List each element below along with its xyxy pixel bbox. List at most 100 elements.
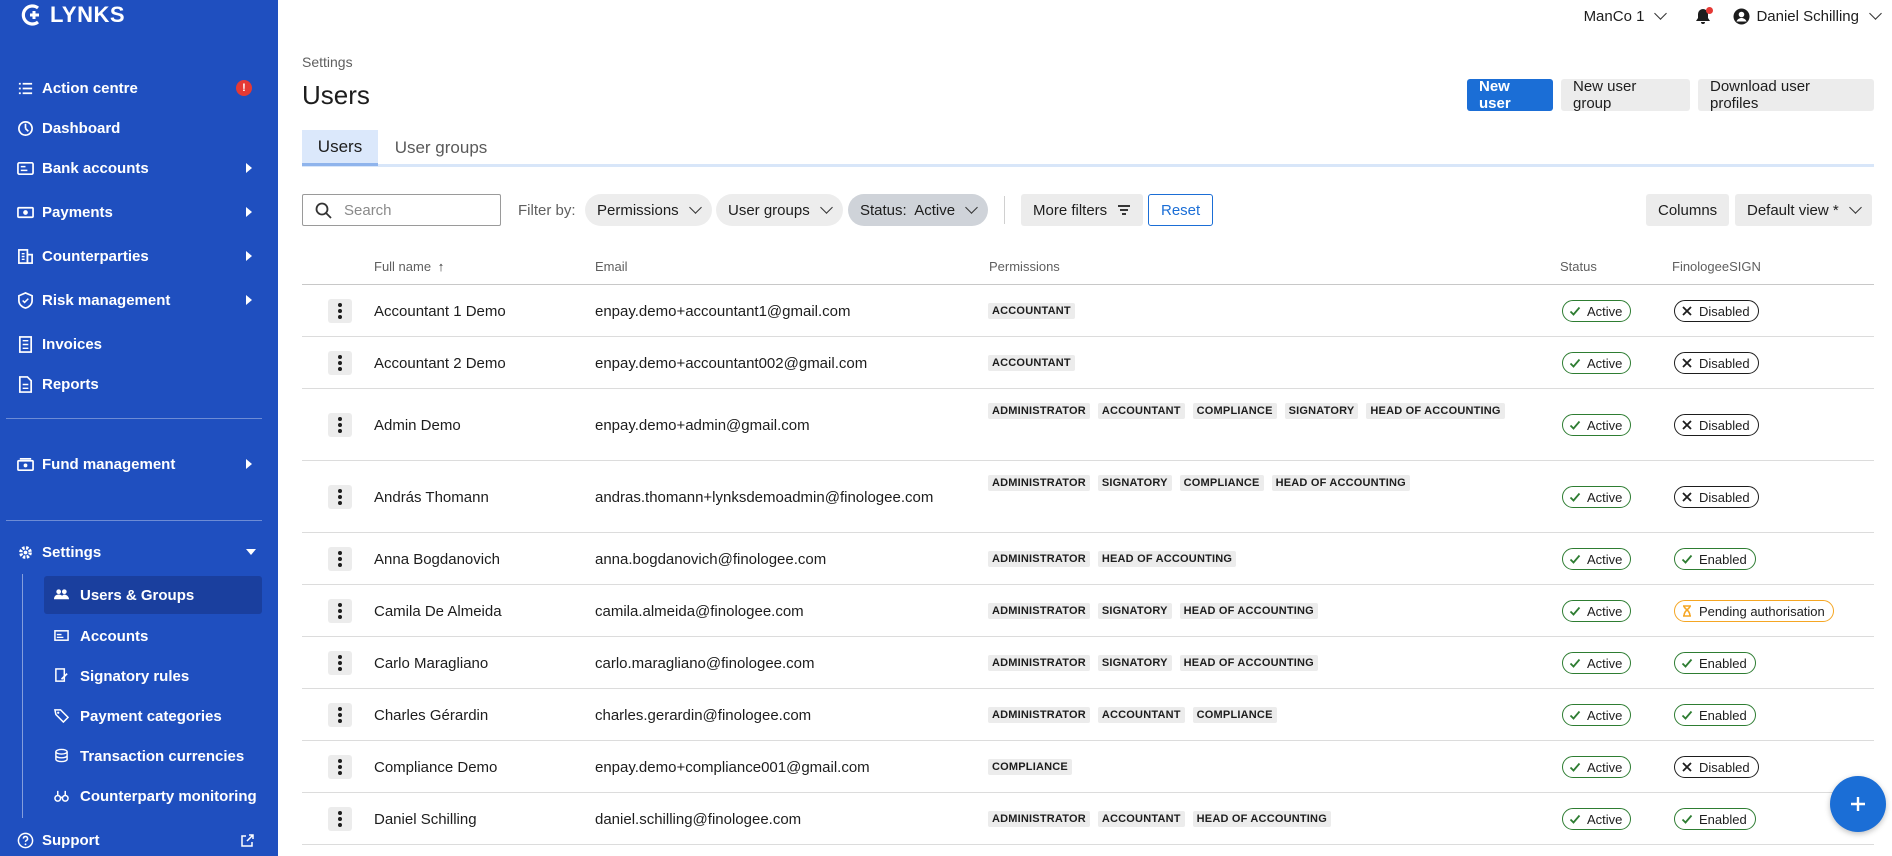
- sidebar-subitem-counterparty-monitoring[interactable]: Counterparty monitoring: [44, 777, 262, 815]
- sidebar-item-settings[interactable]: Settings: [0, 535, 278, 569]
- chevron-down-icon: [819, 201, 833, 214]
- sidebar-subitem-transaction-currencies[interactable]: Transaction currencies: [44, 737, 262, 775]
- more-filters-label: More filters: [1033, 201, 1108, 219]
- sidebar-item-label: Dashboard: [42, 119, 121, 137]
- table-row[interactable]: Camila De Almeida camila.almeida@finologe…: [302, 585, 1874, 637]
- column-header-finologee-sign[interactable]: FinologeeSIGN: [1672, 259, 1761, 274]
- notification-dot: [1706, 6, 1714, 14]
- sidebar-subitem-label: Accounts: [80, 627, 149, 645]
- search-box[interactable]: [302, 194, 501, 226]
- table-row[interactable]: Compliance Demo enpay.demo+compliance001@…: [302, 741, 1874, 793]
- view-selector[interactable]: Default view *: [1735, 194, 1872, 226]
- row-actions-button[interactable]: [328, 703, 352, 727]
- user-full-name: András Thomann: [374, 489, 489, 506]
- sidebar-item-dashboard[interactable]: Dashboard: [0, 111, 278, 145]
- user-full-name: Anna Bogdanovich: [374, 551, 500, 568]
- new-user-button[interactable]: New user: [1467, 78, 1553, 112]
- search-input[interactable]: [344, 201, 484, 219]
- columns-button[interactable]: Columns: [1646, 194, 1730, 226]
- logo[interactable]: LYNKS: [18, 2, 125, 28]
- sidebar-item-action-centre[interactable]: Action centre !: [0, 71, 278, 105]
- add-fab-button[interactable]: [1830, 776, 1886, 832]
- submenu-line: [22, 574, 23, 818]
- status-filter[interactable]: Status: Active: [848, 194, 989, 226]
- permission-tag: COMPLIANCE: [1192, 403, 1277, 419]
- permissions-filter[interactable]: Permissions: [585, 194, 712, 226]
- row-actions-button[interactable]: [328, 485, 352, 509]
- sidebar-item-payments[interactable]: Payments: [0, 195, 278, 229]
- sidebar-item-invoices[interactable]: Invoices: [0, 327, 278, 361]
- sidebar-item-risk-management[interactable]: Risk management: [0, 283, 278, 317]
- sidebar-subitem-users-groups[interactable]: Users & Groups: [44, 576, 262, 614]
- column-header-status[interactable]: Status: [1560, 259, 1597, 274]
- finologee-sign-badge: Disabled: [1674, 300, 1759, 322]
- permission-tag: SIGNATORY: [1097, 603, 1172, 619]
- download-user-profiles-button[interactable]: Download user profiles: [1698, 78, 1874, 112]
- sidebar-subitem-accounts[interactable]: Accounts: [44, 617, 262, 655]
- sidebar-item-support[interactable]: Support: [0, 823, 278, 856]
- table-row[interactable]: András Thomann andras.thomann+lynksdemoad…: [302, 461, 1874, 533]
- breadcrumb[interactable]: Settings: [302, 54, 353, 70]
- finologee-sign-badge: Enabled: [1674, 704, 1756, 726]
- sidebar-item-reports[interactable]: Reports: [0, 367, 278, 401]
- column-header-permissions[interactable]: Permissions: [989, 259, 1060, 274]
- table-row[interactable]: Daniel Schilling daniel.schilling@finolog…: [302, 793, 1874, 845]
- table-row[interactable]: Accountant 1 Demo enpay.demo+accountant1@…: [302, 285, 1874, 337]
- table-row[interactable]: Charles Gérardin charles.gerardin@finolog…: [302, 689, 1874, 741]
- permissions-list: ACCOUNTANT: [988, 303, 1075, 319]
- sidebar-item-fund-management[interactable]: Fund management: [0, 447, 278, 481]
- chevron-down-icon: [965, 201, 978, 214]
- row-actions-button[interactable]: [328, 299, 352, 323]
- row-actions-button[interactable]: [328, 755, 352, 779]
- row-actions-button[interactable]: [328, 599, 352, 623]
- sort-ascending-icon: ↑: [437, 259, 445, 274]
- close-icon: [1682, 306, 1692, 316]
- permission-tag: ADMINISTRATOR: [988, 475, 1090, 491]
- reset-button[interactable]: Reset: [1148, 194, 1214, 226]
- status-badge-label: Active: [1587, 489, 1623, 505]
- table-row[interactable]: Anna Bogdanovich anna.bogdanovich@finolog…: [302, 533, 1874, 585]
- permission-tag: SIGNATORY: [1097, 475, 1172, 491]
- permissions-list: ADMINISTRATOR SIGNATORY HEAD OF ACCOUNTING: [988, 655, 1318, 671]
- row-actions-button[interactable]: [328, 651, 352, 675]
- external-link-icon: [241, 833, 254, 847]
- user-menu[interactable]: Daniel Schilling: [1733, 7, 1882, 25]
- tab-users[interactable]: Users: [302, 130, 378, 166]
- sidebar-subitem-signatory-rules[interactable]: Signatory rules: [44, 657, 262, 695]
- permission-tag: ADMINISTRATOR: [988, 655, 1090, 671]
- user-email: charles.gerardin@finologee.com: [595, 707, 812, 724]
- kebab-dot: [338, 823, 342, 827]
- notifications-button[interactable]: [1695, 6, 1714, 25]
- kebab-dot: [338, 707, 342, 711]
- more-filters-button[interactable]: More filters: [1021, 194, 1144, 226]
- row-actions-button[interactable]: [328, 351, 352, 375]
- user-full-name: Camila De Almeida: [374, 603, 502, 620]
- finologee-sign-label: Disabled: [1699, 759, 1750, 775]
- status-badge-label: Active: [1587, 759, 1623, 775]
- user-full-name: Charles Gérardin: [374, 707, 489, 724]
- new-user-group-button[interactable]: New user group: [1561, 78, 1690, 112]
- tab-user-groups[interactable]: User groups: [386, 130, 496, 166]
- user-full-name: Accountant 1 Demo: [374, 303, 506, 320]
- filter-by-label: Filter by:: [518, 202, 576, 219]
- permission-tag: SIGNATORY: [1284, 403, 1359, 419]
- expand-caret-icon: [246, 459, 252, 469]
- column-header-full-name[interactable]: Full name ↑: [374, 259, 444, 274]
- row-actions-button[interactable]: [328, 547, 352, 571]
- permission-tag: ACCOUNTANT: [1097, 403, 1185, 419]
- row-actions-button[interactable]: [328, 413, 352, 437]
- table-row[interactable]: Admin Demo enpay.demo+admin@gmail.com ADMI…: [302, 389, 1874, 461]
- permission-tag: ADMINISTRATOR: [988, 811, 1090, 827]
- sidebar-subitem-label: Users & Groups: [80, 586, 195, 604]
- finologee-sign-badge: Enabled: [1674, 808, 1756, 830]
- row-actions-button[interactable]: [328, 807, 352, 831]
- table-row[interactable]: Accountant 2 Demo enpay.demo+accountant00…: [302, 337, 1874, 389]
- entity-selector[interactable]: ManCo 1: [1584, 7, 1668, 25]
- sidebar-item-counterparties[interactable]: Counterparties: [0, 239, 278, 273]
- user-groups-filter[interactable]: User groups: [716, 194, 843, 226]
- table-row[interactable]: Carlo Maragliano carlo.maragliano@finolog…: [302, 637, 1874, 689]
- sidebar-subitem-payment-categories[interactable]: Payment categories: [44, 697, 262, 735]
- finologee-sign-label: Disabled: [1699, 489, 1750, 505]
- sidebar-item-bank-accounts[interactable]: Bank accounts: [0, 151, 278, 185]
- column-header-email[interactable]: Email: [595, 259, 628, 274]
